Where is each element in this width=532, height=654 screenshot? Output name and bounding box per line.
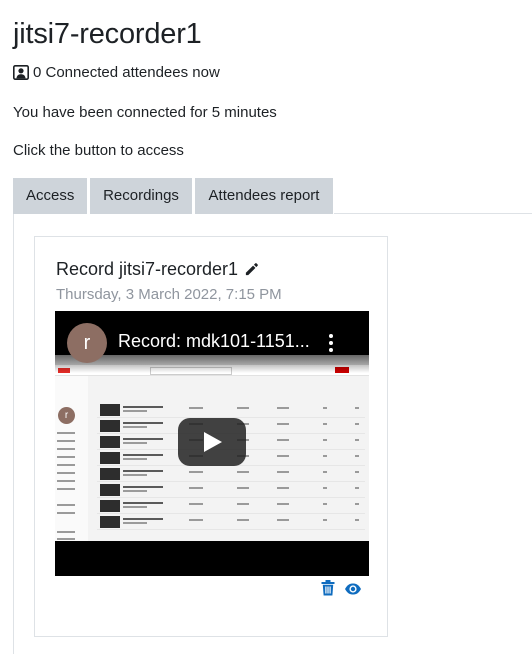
- tab-access[interactable]: Access: [13, 178, 87, 214]
- play-icon: [204, 432, 222, 452]
- recording-card: Record jitsi7-recorder1 Thursday, 3 Marc…: [34, 236, 388, 637]
- tab-recordings[interactable]: Recordings: [90, 178, 192, 214]
- sidebar-line: [57, 488, 75, 490]
- sidebar-line: [57, 472, 75, 474]
- video-title[interactable]: Record: mdk101-1151...: [118, 331, 318, 352]
- recording-title-row: Record jitsi7-recorder1: [56, 259, 259, 280]
- sidebar-line: [57, 531, 75, 533]
- tab-bar: Access Recordings Attendees report: [13, 178, 333, 214]
- sidebar-line: [57, 432, 75, 434]
- video-list-row: [97, 483, 365, 498]
- pencil-icon[interactable]: [244, 262, 259, 277]
- page-title: jitsi7-recorder1: [13, 18, 202, 50]
- sidebar-line: [57, 538, 75, 540]
- tab-divider: [334, 213, 532, 214]
- eye-icon[interactable]: [344, 583, 362, 595]
- recording-title: Record jitsi7-recorder1: [56, 259, 239, 279]
- access-hint: Click the button to access: [13, 142, 184, 159]
- attendees-status: 0 Connected attendees now: [13, 64, 220, 81]
- video-sidebar: r: [55, 376, 88, 541]
- connection-duration: You have been connected for 5 minutes: [13, 104, 277, 121]
- sidebar-line: [57, 448, 75, 450]
- attendees-count: 0 Connected attendees now: [33, 64, 220, 81]
- more-options-icon[interactable]: [325, 333, 337, 353]
- video-title-bar: r Record: mdk101-1151...: [55, 311, 369, 373]
- video-list-row: [97, 467, 365, 482]
- sidebar-line: [57, 480, 75, 482]
- sidebar-line: [57, 512, 75, 514]
- video-sidebar-avatar: r: [58, 407, 75, 424]
- recording-date: Thursday, 3 March 2022, 7:15 PM: [56, 286, 282, 303]
- video-list-row: [97, 499, 365, 514]
- play-button[interactable]: [178, 418, 246, 466]
- video-player[interactable]: r r Record: mdk101-1151...: [55, 311, 369, 576]
- sidebar-line: [57, 456, 75, 458]
- user-icon: [13, 65, 29, 80]
- video-list-row: [97, 403, 365, 418]
- sidebar-line: [57, 464, 75, 466]
- video-list-row: [97, 515, 365, 530]
- sidebar-line: [57, 504, 75, 506]
- channel-avatar[interactable]: r: [67, 323, 107, 363]
- sidebar-line: [57, 440, 75, 442]
- tab-attendees-report[interactable]: Attendees report: [195, 178, 333, 214]
- trash-icon[interactable]: [321, 580, 335, 596]
- tab-panel-border: [13, 214, 14, 654]
